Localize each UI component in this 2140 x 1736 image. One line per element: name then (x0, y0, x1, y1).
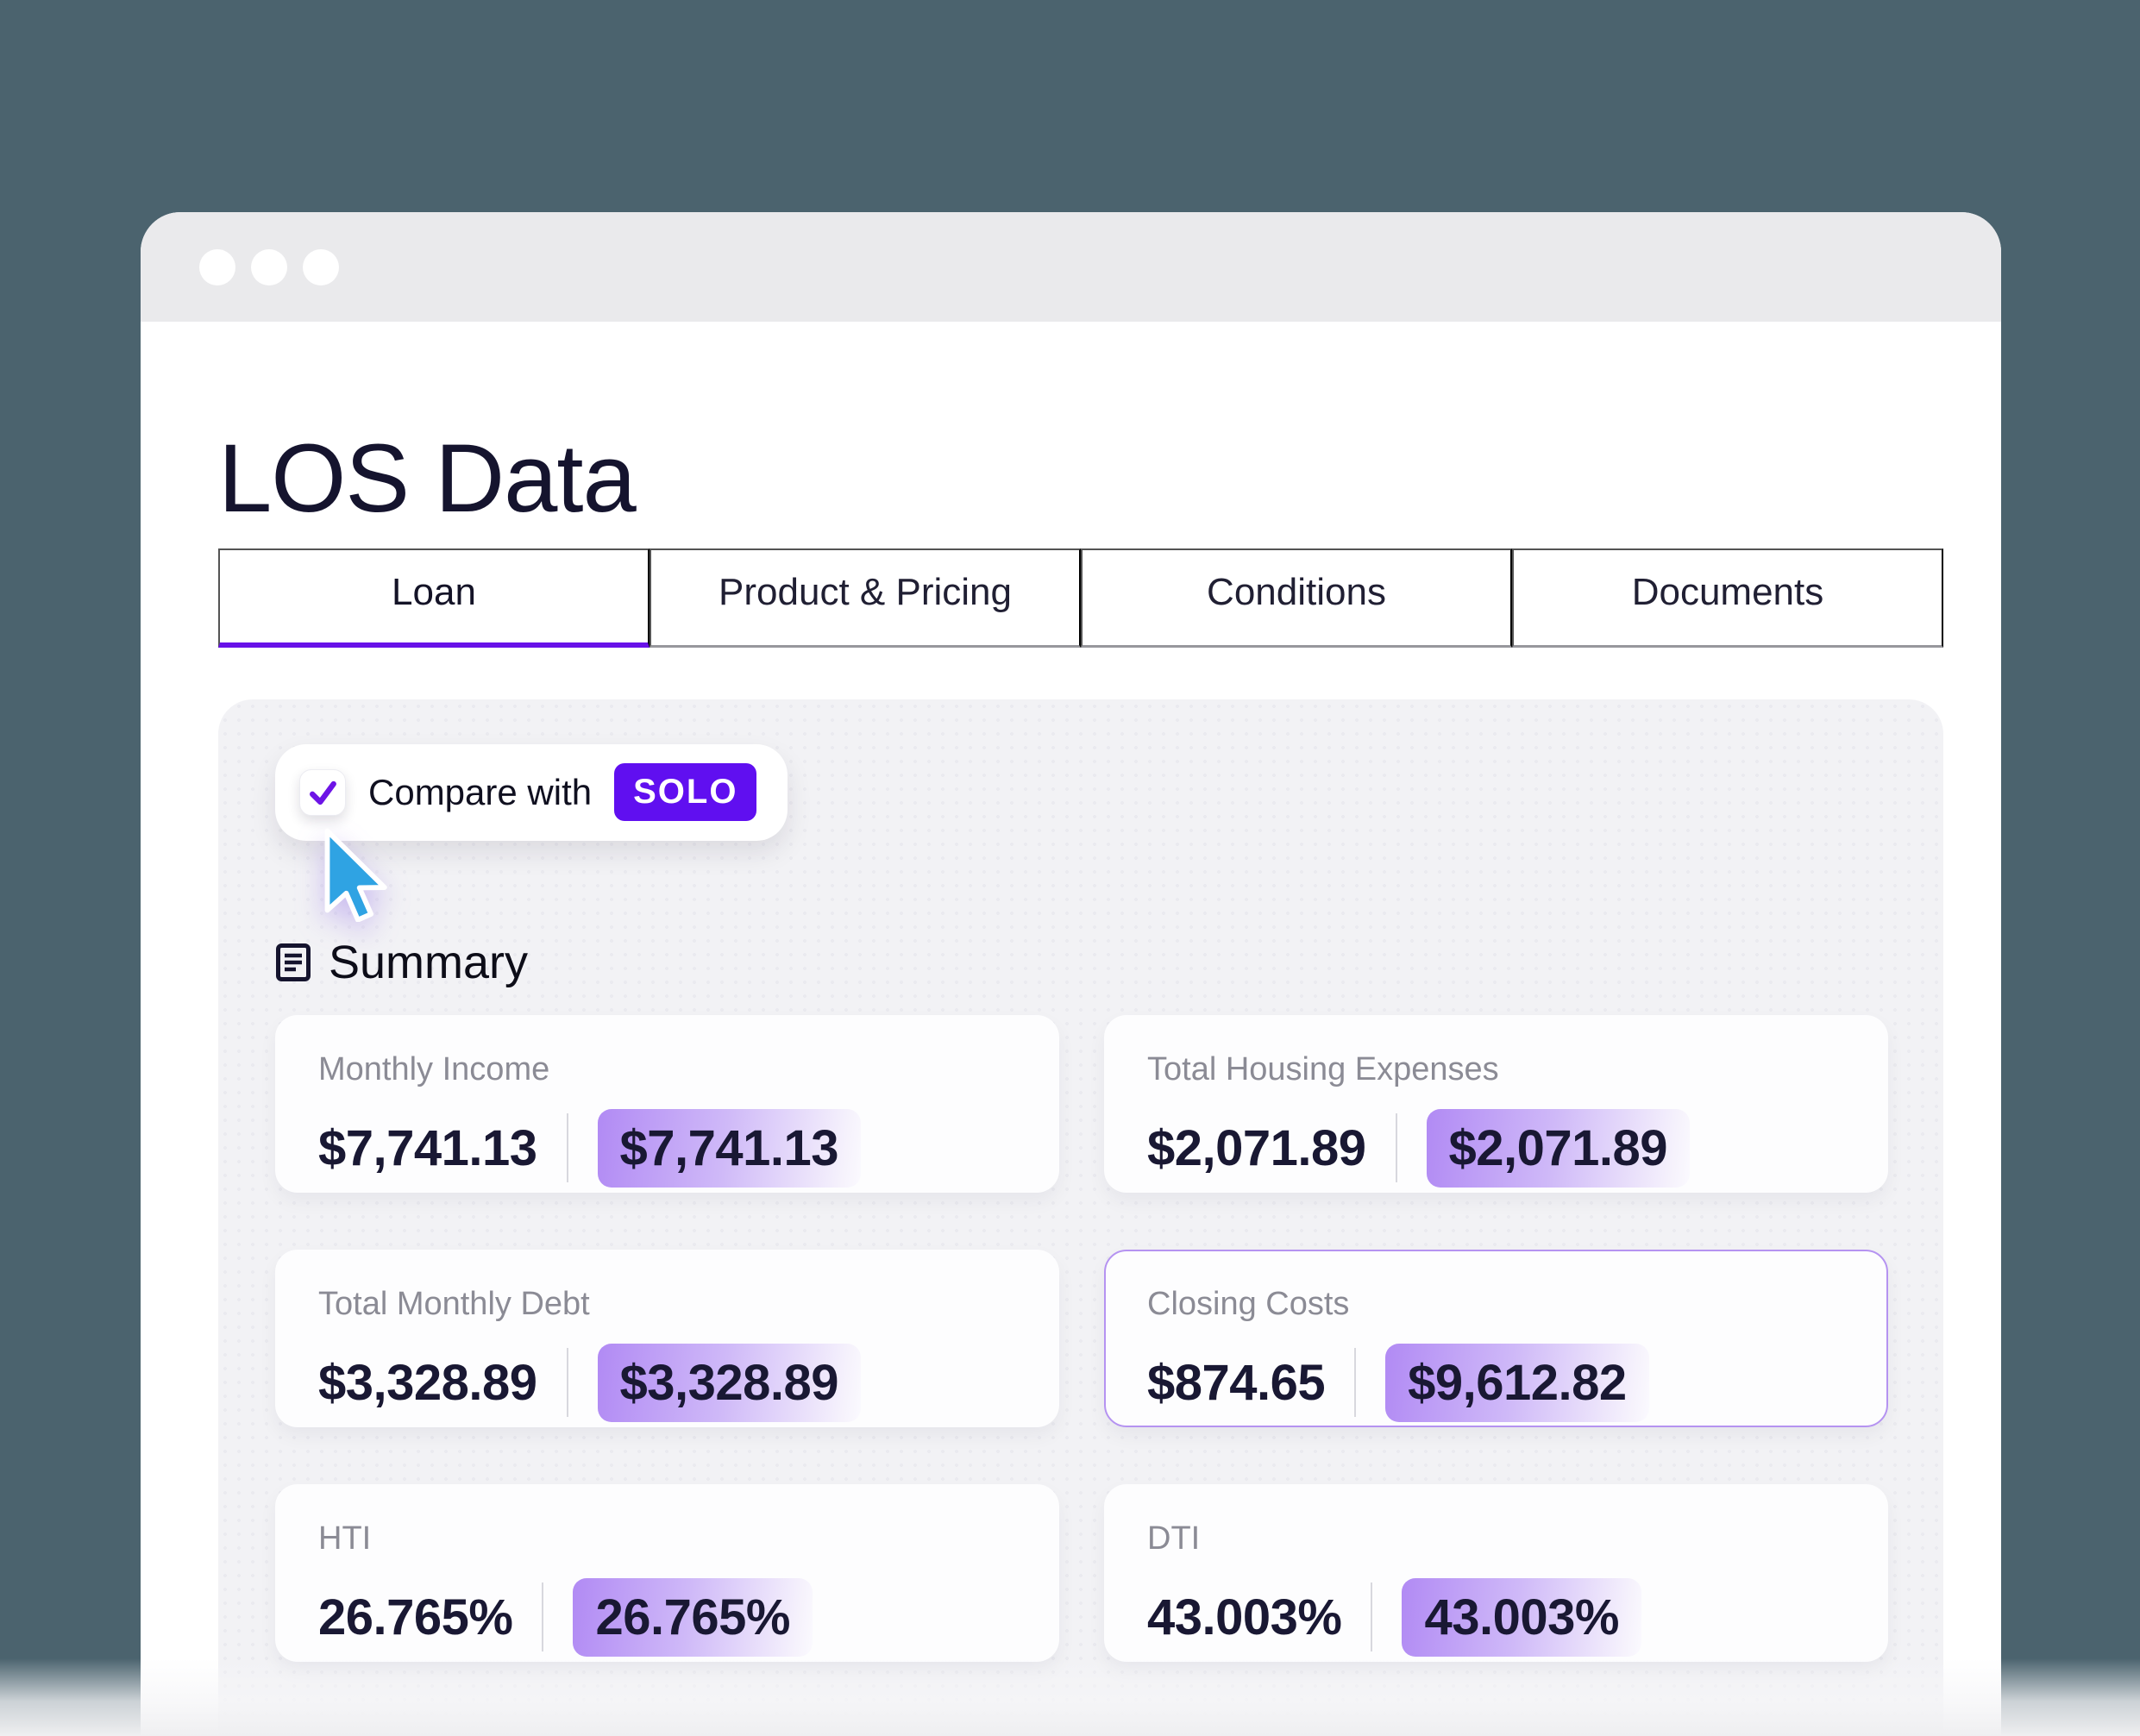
summary-cards-grid: Monthly Income $7,741.13 $7,741.13 Total… (275, 1015, 1888, 1662)
card-values: $2,071.89 $2,071.89 (1147, 1109, 1845, 1188)
value-divider (567, 1348, 568, 1417)
window-titlebar (141, 212, 2001, 322)
solo-compare-value: 43.003% (1402, 1578, 1641, 1657)
window-control-dot-icon[interactable] (199, 249, 235, 285)
card-values: $7,741.13 $7,741.13 (318, 1109, 1016, 1188)
solo-compare-value: $7,741.13 (598, 1109, 862, 1188)
card-values: 43.003% 43.003% (1147, 1578, 1845, 1657)
tab-documents[interactable]: Documents (1512, 548, 1943, 648)
value-divider (542, 1582, 543, 1651)
card-values: $3,328.89 $3,328.89 (318, 1344, 1016, 1422)
card-hti[interactable]: HTI 26.765% 26.765% (275, 1484, 1059, 1662)
summary-heading: Summary (329, 936, 528, 989)
window-content: LOS Data Loan Product & Pricing Conditio… (141, 423, 2001, 1736)
tab-loan[interactable]: Loan (218, 548, 650, 648)
compare-with-solo-toggle[interactable]: Compare with SOLO (275, 744, 788, 841)
card-total-monthly-debt[interactable]: Total Monthly Debt $3,328.89 $3,328.89 (275, 1250, 1059, 1427)
mouse-pointer-icon (323, 827, 387, 926)
screenshot-stage: LOS Data Loan Product & Pricing Conditio… (0, 0, 2140, 1736)
los-value: $7,741.13 (318, 1119, 537, 1177)
card-label: Monthly Income (318, 1051, 1016, 1088)
card-dti[interactable]: DTI 43.003% 43.003% (1104, 1484, 1888, 1662)
los-value: $2,071.89 (1147, 1119, 1366, 1177)
value-divider (567, 1113, 568, 1182)
tab-bar: Loan Product & Pricing Conditions Docume… (218, 548, 1943, 648)
card-monthly-income[interactable]: Monthly Income $7,741.13 $7,741.13 (275, 1015, 1059, 1193)
solo-compare-value: 26.765% (573, 1578, 812, 1657)
page-title: LOS Data (218, 423, 1943, 535)
checkmark-icon (305, 775, 340, 810)
window-control-dot-icon[interactable] (251, 249, 287, 285)
tab-conditions[interactable]: Conditions (1081, 548, 1512, 648)
summary-section-header: Summary (275, 936, 1888, 989)
card-label: Total Monthly Debt (318, 1286, 1016, 1323)
solo-compare-value: $3,328.89 (598, 1344, 862, 1422)
card-total-housing-expenses[interactable]: Total Housing Expenses $2,071.89 $2,071.… (1104, 1015, 1888, 1193)
card-label: HTI (318, 1520, 1016, 1557)
compare-label: Compare with (368, 772, 592, 813)
solo-compare-value: $9,612.82 (1385, 1344, 1649, 1422)
value-divider (1396, 1113, 1397, 1182)
browser-window: LOS Data Loan Product & Pricing Conditio… (141, 212, 2001, 1736)
card-closing-costs[interactable]: Closing Costs $874.65 $9,612.82 (1104, 1250, 1888, 1427)
los-value: 43.003% (1147, 1589, 1341, 1646)
los-value: 26.765% (318, 1589, 512, 1646)
card-values: 26.765% 26.765% (318, 1578, 1016, 1657)
window-control-dot-icon[interactable] (303, 249, 339, 285)
compare-checkbox[interactable] (299, 769, 346, 816)
card-label: Total Housing Expenses (1147, 1051, 1845, 1088)
card-values: $874.65 $9,612.82 (1147, 1344, 1845, 1422)
card-label: DTI (1147, 1520, 1845, 1557)
value-divider (1354, 1348, 1356, 1417)
card-label: Closing Costs (1147, 1286, 1845, 1323)
tab-product-pricing[interactable]: Product & Pricing (650, 548, 1081, 648)
solo-badge: SOLO (614, 763, 756, 821)
solo-compare-value: $2,071.89 (1427, 1109, 1691, 1188)
loan-summary-panel: Compare with SOLO Summary (218, 699, 1943, 1736)
value-divider (1371, 1582, 1372, 1651)
los-value: $3,328.89 (318, 1354, 537, 1412)
los-value: $874.65 (1147, 1354, 1325, 1412)
document-lines-icon (275, 943, 311, 982)
